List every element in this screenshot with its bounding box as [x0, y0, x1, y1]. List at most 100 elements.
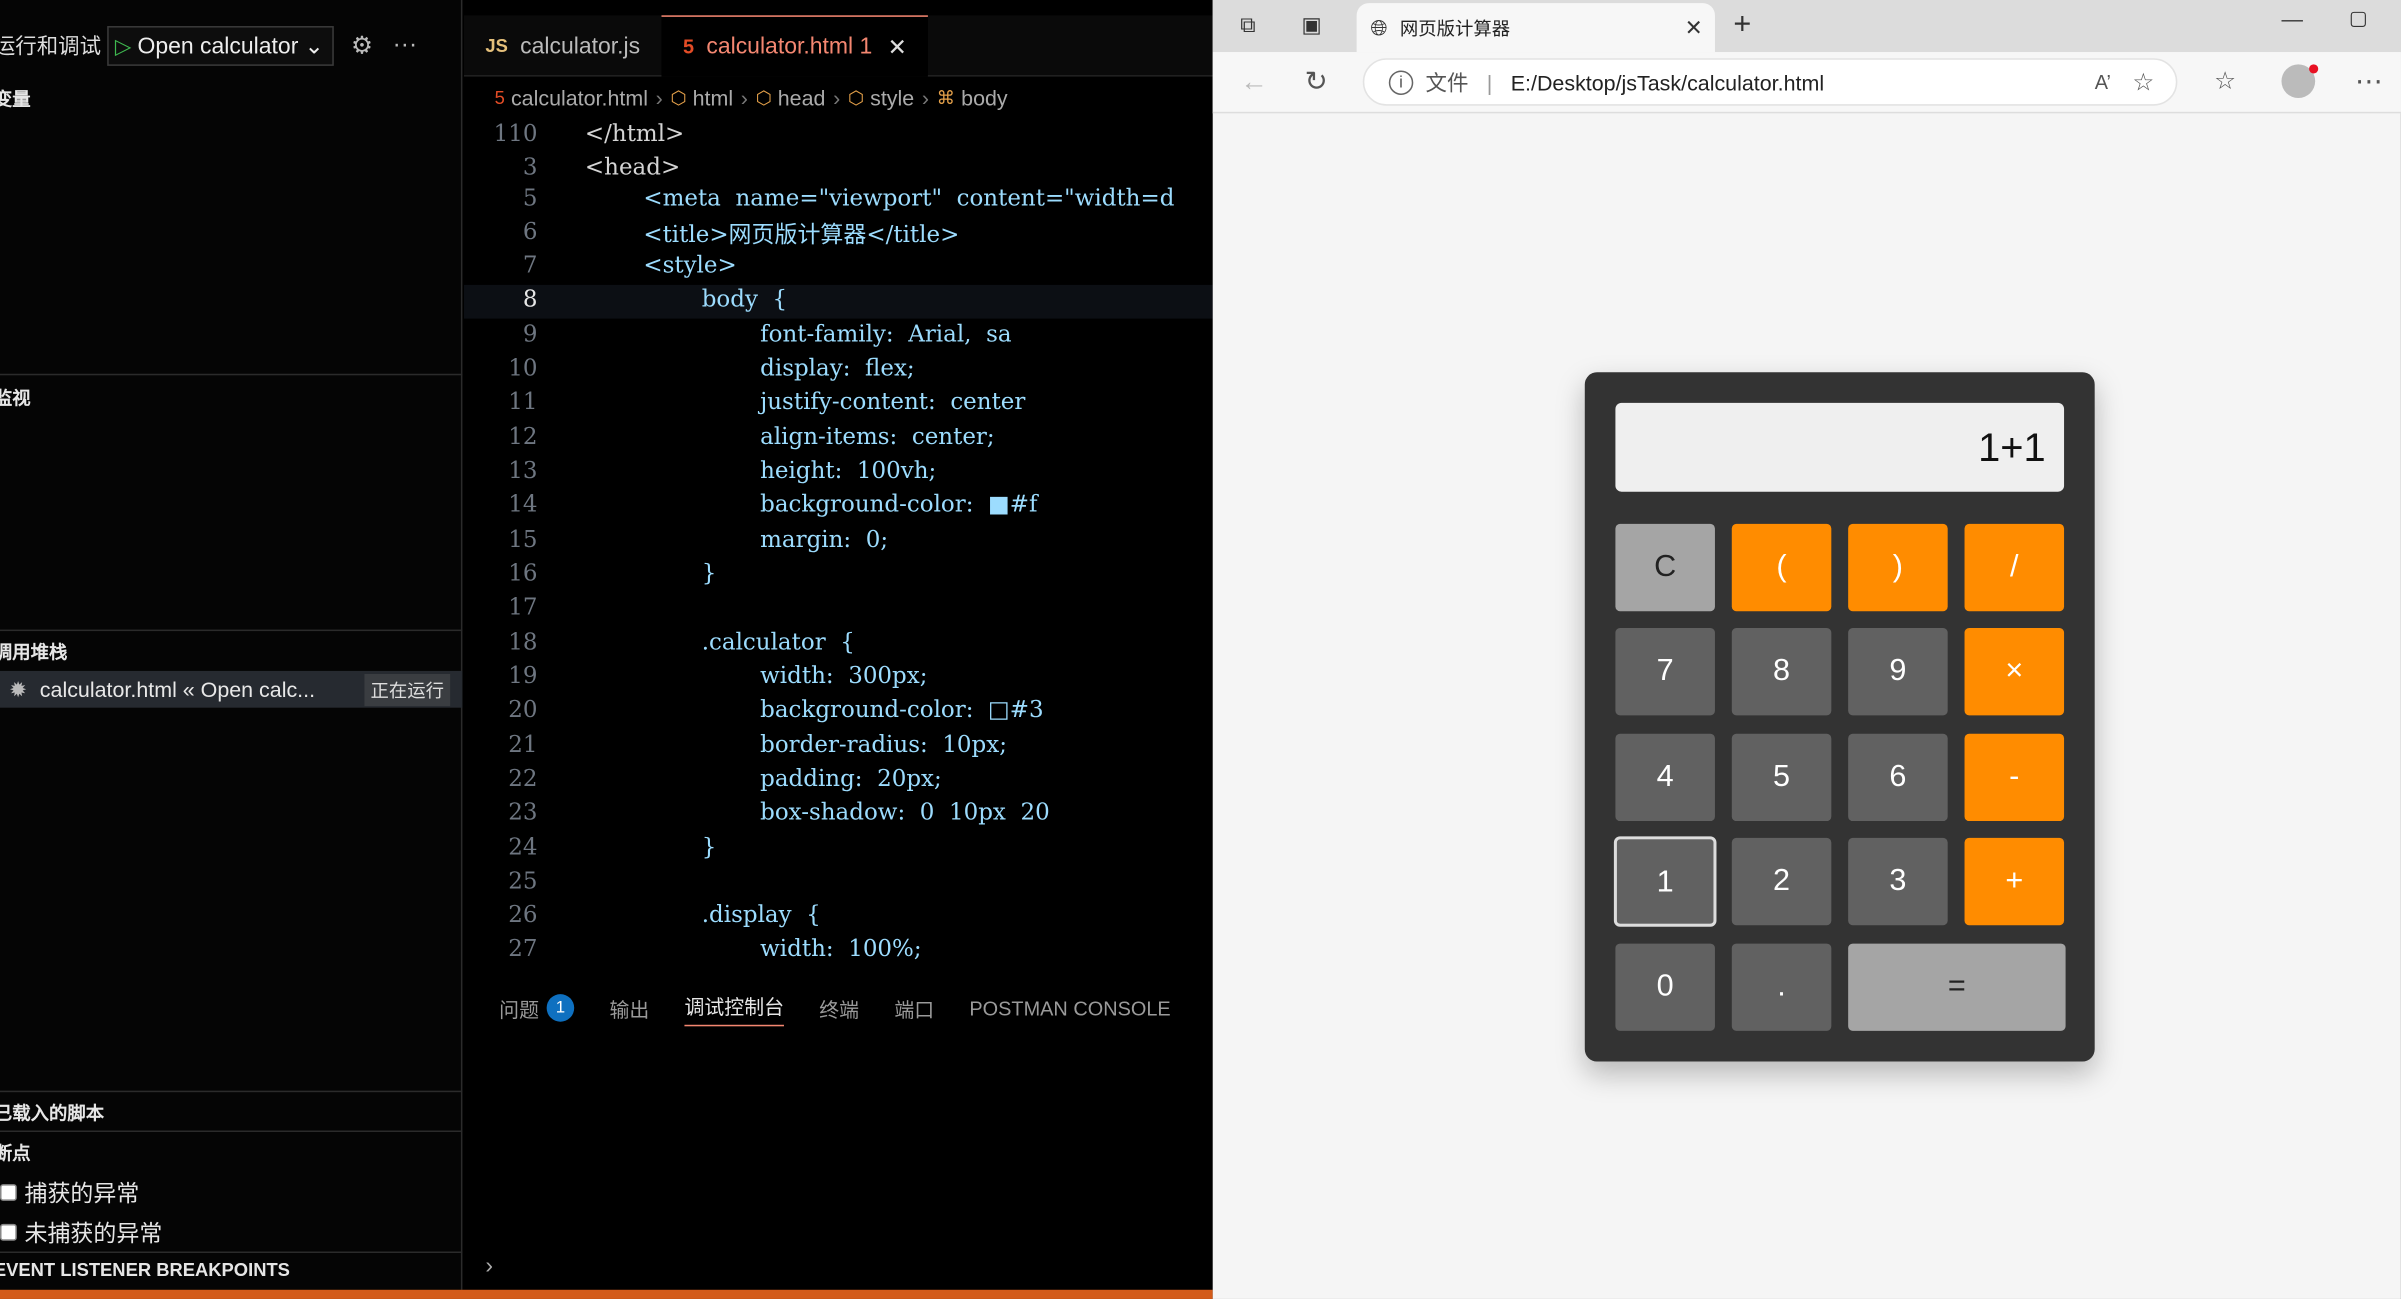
equals-button[interactable]: =: [1848, 943, 2066, 1031]
code-line[interactable]: 16 }: [464, 559, 1213, 593]
tab-debug-console[interactable]: 调试控制台: [684, 990, 785, 1026]
code-line[interactable]: 10 display: flex;: [464, 354, 1213, 388]
caught-exceptions-breakpoint[interactable]: 捕获的异常: [0, 1176, 139, 1208]
code-line[interactable]: 12 align-items: center;: [464, 423, 1213, 457]
tab-output[interactable]: 输出: [609, 993, 649, 1022]
panel-tabs: 问题 1 输出 调试控制台 终端 端口 POSTMAN CONSOLE: [464, 986, 1213, 1029]
digit-0-button[interactable]: 0: [1615, 943, 1715, 1031]
clear-button[interactable]: C: [1615, 523, 1715, 612]
code-line[interactable]: 3 <head>: [464, 153, 1213, 187]
close-paren-button[interactable]: ): [1848, 523, 1948, 612]
digit-9-button[interactable]: 9: [1848, 628, 1948, 716]
info-icon[interactable]: i: [1388, 69, 1414, 95]
back-icon[interactable]: ←: [1240, 66, 1268, 98]
code-area[interactable]: 110 </html> 3 <head> 5 <meta name="viewport"…: [463, 119, 1213, 971]
code-line[interactable]: 24 }: [464, 833, 1213, 867]
refresh-icon[interactable]: ↻: [1305, 66, 1328, 98]
digit-2-button[interactable]: 2: [1731, 837, 1832, 926]
code-line[interactable]: 26 .display {: [464, 901, 1213, 935]
url-text[interactable]: E:/Desktop/jsTask/calculator.html: [1511, 70, 2095, 95]
digit-8-button[interactable]: 8: [1731, 628, 1832, 716]
tab-problems[interactable]: 问题 1: [499, 993, 575, 1022]
breadcrumb-item[interactable]: calculator.html: [511, 86, 648, 111]
debug-sidebar: 运行和调试 ▷ Open calculator ⌄ ⚙ ··· 变量 监视 调用…: [0, 0, 463, 1290]
start-debug-icon[interactable]: ▷: [115, 33, 132, 59]
code-line[interactable]: 20 background-color: □#3: [464, 695, 1213, 729]
code-line[interactable]: 110 </html>: [464, 119, 1213, 153]
call-stack-header[interactable]: 调用堆栈: [0, 639, 67, 665]
digit-5-button[interactable]: 5: [1731, 733, 1832, 822]
divider: [0, 1251, 463, 1254]
code-line[interactable]: 19 width: 300px;: [464, 662, 1213, 696]
code-line[interactable]: 23 box-shadow: 0 10px 20: [464, 798, 1213, 832]
code-line[interactable]: 6 <title>网页版计算器</title>: [464, 218, 1213, 252]
close-icon[interactable]: ✕: [1685, 15, 1703, 41]
breakpoints-header[interactable]: 断点: [0, 1140, 31, 1166]
call-stack-item[interactable]: ✹ calculator.html « Open calc... 正在运行: [0, 670, 463, 708]
code-line[interactable]: 18 .calculator {: [464, 628, 1213, 662]
open-paren-button[interactable]: (: [1731, 523, 1832, 612]
divider: [0, 629, 463, 632]
launch-config-label: Open calculator: [137, 32, 299, 59]
tab-postman-console[interactable]: POSTMAN CONSOLE: [969, 996, 1170, 1019]
subtract-button[interactable]: -: [1964, 733, 2065, 822]
console-prompt[interactable]: ›: [485, 1253, 493, 1279]
maximize-icon[interactable]: ▢: [2349, 6, 2368, 31]
breadcrumb-item[interactable]: head: [778, 86, 826, 111]
tab-ports[interactable]: 端口: [894, 993, 934, 1022]
workspaces-icon[interactable]: ⧉: [1240, 12, 1255, 38]
add-button[interactable]: +: [1964, 837, 2065, 926]
digit-4-button[interactable]: 4: [1615, 733, 1715, 822]
more-icon[interactable]: ···: [390, 32, 421, 60]
tab-calculator-js[interactable]: JS calculator.js: [464, 15, 662, 76]
launch-config-select[interactable]: ▷ Open calculator ⌄: [107, 26, 335, 66]
new-tab-icon[interactable]: +: [1733, 8, 1751, 43]
bug-icon: ✹: [9, 676, 28, 701]
multiply-button[interactable]: ×: [1964, 628, 2065, 716]
digit-6-button[interactable]: 6: [1848, 733, 1948, 822]
close-icon[interactable]: ✕: [888, 33, 907, 60]
tab-terminal[interactable]: 终端: [819, 993, 859, 1022]
code-line[interactable]: 5 <meta name="viewport" content="width=d: [464, 184, 1213, 218]
code-line[interactable]: 25: [464, 867, 1213, 901]
minimize-icon[interactable]: —: [2281, 6, 2302, 31]
favorite-star-icon[interactable]: ☆: [2132, 67, 2154, 98]
breadcrumb-item[interactable]: html: [693, 86, 734, 111]
code-line[interactable]: 9 font-family: Arial, sa: [464, 320, 1213, 354]
tab-actions-icon[interactable]: ▣: [1302, 12, 1322, 38]
watch-header[interactable]: 监视: [0, 384, 31, 410]
more-icon[interactable]: ⋯: [2355, 66, 2383, 98]
code-line[interactable]: 14 background-color: ■#f: [464, 490, 1213, 524]
line-number: 11: [508, 387, 538, 416]
checkbox[interactable]: [0, 1184, 17, 1201]
favorites-icon[interactable]: ☆: [2214, 66, 2236, 97]
line-number: 7: [522, 251, 538, 279]
code-line[interactable]: 11 justify-content: center: [464, 388, 1213, 422]
digit-3-button[interactable]: 3: [1848, 837, 1948, 926]
code-line[interactable]: 22 padding: 20px;: [464, 764, 1213, 798]
code-line[interactable]: 15 margin: 0;: [464, 525, 1213, 559]
code-line[interactable]: 7 <style>: [464, 251, 1213, 285]
checkbox[interactable]: [0, 1223, 17, 1241]
code-line[interactable]: 21 border-radius: 10px;: [464, 731, 1213, 765]
digit-1-button[interactable]: 1: [1613, 836, 1717, 927]
code-line[interactable]: 27 width: 100%;: [464, 934, 1213, 968]
event-breakpoints-header[interactable]: EVENT LISTENER BREAKPOINTS: [0, 1259, 290, 1280]
code-text: margin: 0;: [584, 525, 889, 553]
code-line[interactable]: 8 body {: [463, 284, 1213, 319]
variables-header[interactable]: 变量: [0, 86, 31, 112]
code-line[interactable]: 13 height: 100vh;: [464, 456, 1213, 490]
breadcrumb-item[interactable]: body: [961, 86, 1007, 111]
uncaught-exceptions-breakpoint[interactable]: 未捕获的异常: [0, 1216, 162, 1248]
gear-icon[interactable]: ⚙: [347, 31, 378, 62]
code-line[interactable]: 17: [464, 593, 1213, 627]
address-bar[interactable]: i 文件 | E:/Desktop/jsTask/calculator.html…: [1362, 58, 2178, 106]
tab-calculator-html[interactable]: 5 calculator.html 1 ✕: [661, 15, 929, 77]
decimal-button[interactable]: .: [1731, 943, 1832, 1031]
digit-7-button[interactable]: 7: [1615, 628, 1715, 716]
read-aloud-icon[interactable]: A’: [2095, 70, 2111, 93]
breadcrumb-item[interactable]: style: [870, 86, 914, 111]
browser-tab[interactable]: 🌐︎ 网页版计算器 ✕: [1356, 3, 1715, 53]
divide-button[interactable]: /: [1964, 523, 2065, 612]
loaded-scripts-header[interactable]: 已载入的脚本: [0, 1100, 104, 1126]
